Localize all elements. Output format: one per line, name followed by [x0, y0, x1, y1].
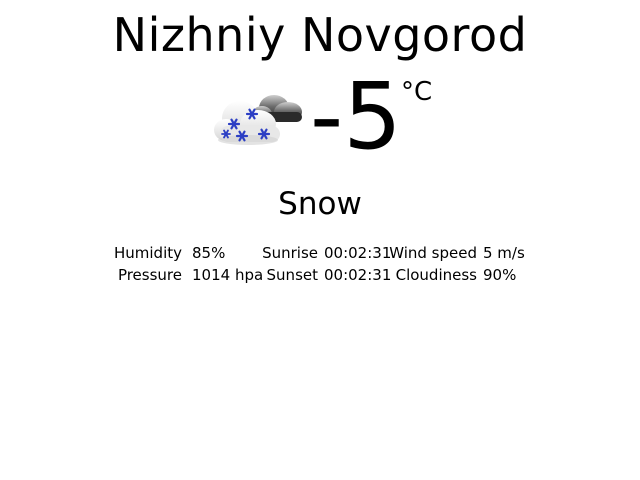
weather-condition: Snow	[278, 186, 362, 222]
city-name: Nizhniy Novgorod	[112, 8, 528, 62]
sunset-label: Sunset	[266, 266, 318, 284]
cloudiness-value: 90%	[483, 266, 517, 284]
snow-cloud-icon	[214, 88, 306, 152]
pressure-value: 1014 hpa	[192, 266, 264, 284]
temperature-unit: °C	[401, 77, 433, 107]
sunrise-value: 00:02:31	[324, 244, 392, 262]
weather-details: Humidity 85% Sunrise 00:02:31 Wind speed…	[0, 242, 640, 286]
wind-speed-label: Wind speed	[389, 244, 477, 262]
details-row-1: Humidity 85% Sunrise 00:02:31 Wind speed…	[0, 242, 640, 264]
pressure-label: Pressure	[117, 266, 182, 284]
sunrise-label: Sunrise	[262, 244, 318, 262]
details-row-2: Pressure 1014 hpa Sunset 00:02:31 Cloudi…	[0, 264, 640, 286]
humidity-value: 85%	[192, 244, 226, 262]
temperature-value: -5	[310, 63, 402, 170]
cloudiness-label: Cloudiness	[395, 266, 477, 284]
wind-speed-value: 5 m/s	[483, 244, 525, 262]
sunset-value: 00:02:31	[324, 266, 392, 284]
humidity-label: Humidity	[113, 244, 182, 262]
